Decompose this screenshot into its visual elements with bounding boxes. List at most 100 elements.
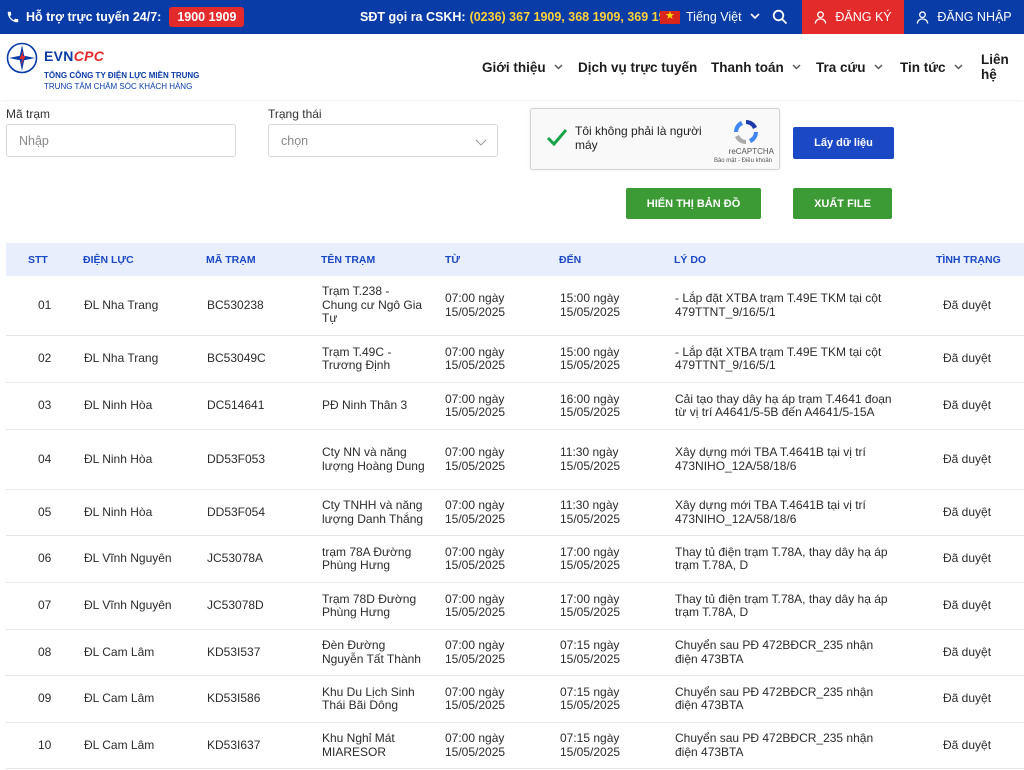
ma-tram-placeholder: Nhập xyxy=(19,133,49,148)
cell-den: 17:00 ngày 15/05/2025 xyxy=(560,591,621,619)
cell-ten-tram: Trạm 78D Đường Phùng Hưng xyxy=(322,591,417,619)
cell-tu: 07:00 ngày 15/05/2025 xyxy=(445,591,506,619)
cell-ly-do: Thay tủ điện trạm T.78A, thay dây hạ áp … xyxy=(675,591,888,619)
chevron-down-icon xyxy=(554,62,563,72)
cell-ten-tram: Trạm T.49C - Trương Định xyxy=(322,344,392,372)
cell-ten-tram: trạm 78A Đường Phùng Hưng xyxy=(322,544,412,572)
cell-tinh-trang: Đã duyệt xyxy=(943,351,992,366)
table-row: 10 ĐL Cam Lâm KD53I637 Khu Nghỉ Mát MIAR… xyxy=(6,723,1024,769)
column-header-ten-tram: TÊN TRẠM xyxy=(321,253,376,266)
evn-logo-icon[interactable] xyxy=(6,42,38,74)
recaptcha-logo-icon xyxy=(733,119,759,145)
nav-item-dich-vu-truc-tuyen[interactable]: Dịch vụ trực tuyến xyxy=(578,34,697,100)
trang-thai-value: chọn xyxy=(281,133,309,148)
brand-name[interactable]: EVNCPC xyxy=(44,48,104,64)
cell-ma-tram: KD53I537 xyxy=(207,644,261,659)
vietnam-flag-icon xyxy=(660,9,680,24)
checkmark-icon[interactable] xyxy=(545,125,569,149)
cell-dien-luc: ĐL Ninh Hòa xyxy=(84,451,153,466)
cell-tu: 07:00 ngày 15/05/2025 xyxy=(445,544,506,572)
cell-ma-tram: KD53I637 xyxy=(207,737,261,752)
table-header: STT ĐIỆN LỰC MÃ TRẠM TÊN TRẠM TỪ ĐẾN LÝ … xyxy=(6,243,1024,276)
user-icon xyxy=(917,10,929,24)
cell-den: 07:15 ngày 15/05/2025 xyxy=(560,638,621,666)
cell-stt: 03 xyxy=(38,398,52,413)
cell-den: 07:15 ngày 15/05/2025 xyxy=(560,731,621,759)
cell-ma-tram: BC530238 xyxy=(207,297,264,312)
table-row: 07 ĐL Vĩnh Nguyên JC53078D Trạm 78D Đườn… xyxy=(6,583,1024,630)
cskh-numbers: (0236) 367 1909, 368 1909, 369 1909 xyxy=(469,10,680,24)
cell-stt: 08 xyxy=(38,644,52,659)
cell-tinh-trang: Đã duyệt xyxy=(943,598,992,613)
cell-tinh-trang: Đã duyệt xyxy=(943,398,992,413)
search-icon[interactable] xyxy=(772,9,788,25)
cell-ly-do: - Lắp đặt XTBA trạm T.49E TKM tại cột 47… xyxy=(675,344,882,372)
cell-ly-do: Cải tạo thay dây hạ áp trạm T.4641 đoạn … xyxy=(675,391,892,419)
nav-item-thanh-toan[interactable]: Thanh toán xyxy=(711,34,801,100)
column-header-ma-tram: MÃ TRẠM xyxy=(206,253,256,266)
register-button[interactable]: ĐĂNG KÝ xyxy=(802,0,904,34)
hotline: Hỗ trợ trực tuyến 24/7: 1900 1909 xyxy=(6,0,245,34)
show-map-button[interactable]: HIỂN THỊ BẢN ĐỒ xyxy=(626,188,761,219)
cell-ma-tram: BC53049C xyxy=(207,351,266,366)
table-row: 04 ĐL Ninh Hòa DD53F053 Cty NN và năng l… xyxy=(6,430,1024,490)
brand-cpc: CPC xyxy=(73,48,105,64)
nav-item-lien-he[interactable]: Liên hệ xyxy=(981,34,1024,100)
cell-ly-do: Chuyển sau PĐ 472BĐCR_235 nhận điện 473B… xyxy=(675,638,874,666)
cell-tinh-trang: Đã duyệt xyxy=(943,504,992,519)
column-header-ly-do: LÝ DO xyxy=(674,253,707,266)
nav-label: Tin tức xyxy=(900,59,946,75)
cell-dien-luc: ĐL Cam Lâm xyxy=(84,691,155,706)
chevron-down-icon xyxy=(954,62,963,72)
column-header-tinh-trang: TÌNH TRẠNG xyxy=(936,253,1001,266)
nav-label: Liên hệ xyxy=(981,52,1009,82)
get-data-button[interactable]: Lấy dữ liệu xyxy=(793,127,894,159)
language-selector[interactable]: Tiếng Việt xyxy=(660,0,760,34)
cell-tu: 07:00 ngày 15/05/2025 xyxy=(445,731,506,759)
nav-item-tra-cuu[interactable]: Tra cứu xyxy=(816,34,883,100)
cell-tu: 07:00 ngày 15/05/2025 xyxy=(445,684,506,712)
nav-item-tin-tuc[interactable]: Tin tức xyxy=(900,34,963,100)
trang-thai-label: Trạng thái xyxy=(268,107,322,121)
chevron-down-icon xyxy=(750,12,760,23)
cell-ten-tram: Trạm T.238 - Chung cư Ngô Gia Tự xyxy=(322,284,423,326)
cell-ten-tram: Khu Nghỉ Mát MIARESOR xyxy=(322,731,395,759)
top-bar: Hỗ trợ trực tuyến 24/7: 1900 1909 SĐT gọ… xyxy=(0,0,1024,34)
cskh-label: SĐT gọi ra CSKH: xyxy=(360,10,466,24)
cell-stt: 05 xyxy=(38,504,52,519)
cell-ly-do: Xây dựng mới TBA T.4641B tại vị trí 473N… xyxy=(675,445,866,473)
brand-evn: EVN xyxy=(44,48,74,64)
cell-ma-tram: DD53F054 xyxy=(207,504,266,519)
cell-tu: 07:00 ngày 15/05/2025 xyxy=(445,445,506,473)
cell-den: 15:00 ngày 15/05/2025 xyxy=(560,291,621,319)
cell-ma-tram: JC53078D xyxy=(207,598,264,613)
cell-ten-tram: Đèn Đường Nguyễn Tất Thành xyxy=(322,638,421,666)
cell-stt: 10 xyxy=(38,737,52,752)
recaptcha-links[interactable]: Bảo mật - Điều khoản xyxy=(531,158,772,164)
cell-ly-do: - Lắp đặt XTBA trạm T.49E TKM tại cột 47… xyxy=(675,291,882,319)
export-file-button[interactable]: XUẤT FILE xyxy=(793,188,892,219)
cell-dien-luc: ĐL Ninh Hòa xyxy=(84,504,153,519)
cell-stt: 07 xyxy=(38,598,52,613)
nav-label: Dịch vụ trực tuyến xyxy=(578,59,698,75)
cell-ma-tram: DC514641 xyxy=(207,398,265,413)
user-icon xyxy=(815,10,827,24)
language-label: Tiếng Việt xyxy=(686,10,742,24)
cell-dien-luc: ĐL Vĩnh Nguyên xyxy=(84,551,172,566)
nav-item-gioi-thieu[interactable]: Giới thiệu xyxy=(482,34,563,100)
trang-thai-select[interactable]: chọn xyxy=(268,124,498,157)
cell-stt: 02 xyxy=(38,351,52,366)
cell-stt: 06 xyxy=(38,551,52,566)
hotline-number[interactable]: 1900 1909 xyxy=(169,7,245,27)
cell-den: 15:00 ngày 15/05/2025 xyxy=(560,344,621,372)
cell-ten-tram: Cty NN và năng lượng Hoàng Dung xyxy=(322,445,425,473)
ma-tram-input[interactable]: Nhập xyxy=(6,124,236,157)
cell-den: 11:30 ngày 15/05/2025 xyxy=(560,445,621,473)
cell-ly-do: Chuyển sau PĐ 472BĐCR_235 nhận điện 473B… xyxy=(675,731,874,759)
cell-tinh-trang: Đã duyệt xyxy=(943,297,992,312)
login-button[interactable]: ĐĂNG NHẬP xyxy=(904,0,1024,34)
chevron-down-icon xyxy=(475,134,487,146)
recaptcha-widget[interactable]: Tôi không phải là người máy reCAPTCHA Bả… xyxy=(530,108,780,170)
table-row: 03 ĐL Ninh Hòa DC514641 PĐ Ninh Thân 3 0… xyxy=(6,383,1024,430)
nav-label: Giới thiệu xyxy=(482,59,546,75)
